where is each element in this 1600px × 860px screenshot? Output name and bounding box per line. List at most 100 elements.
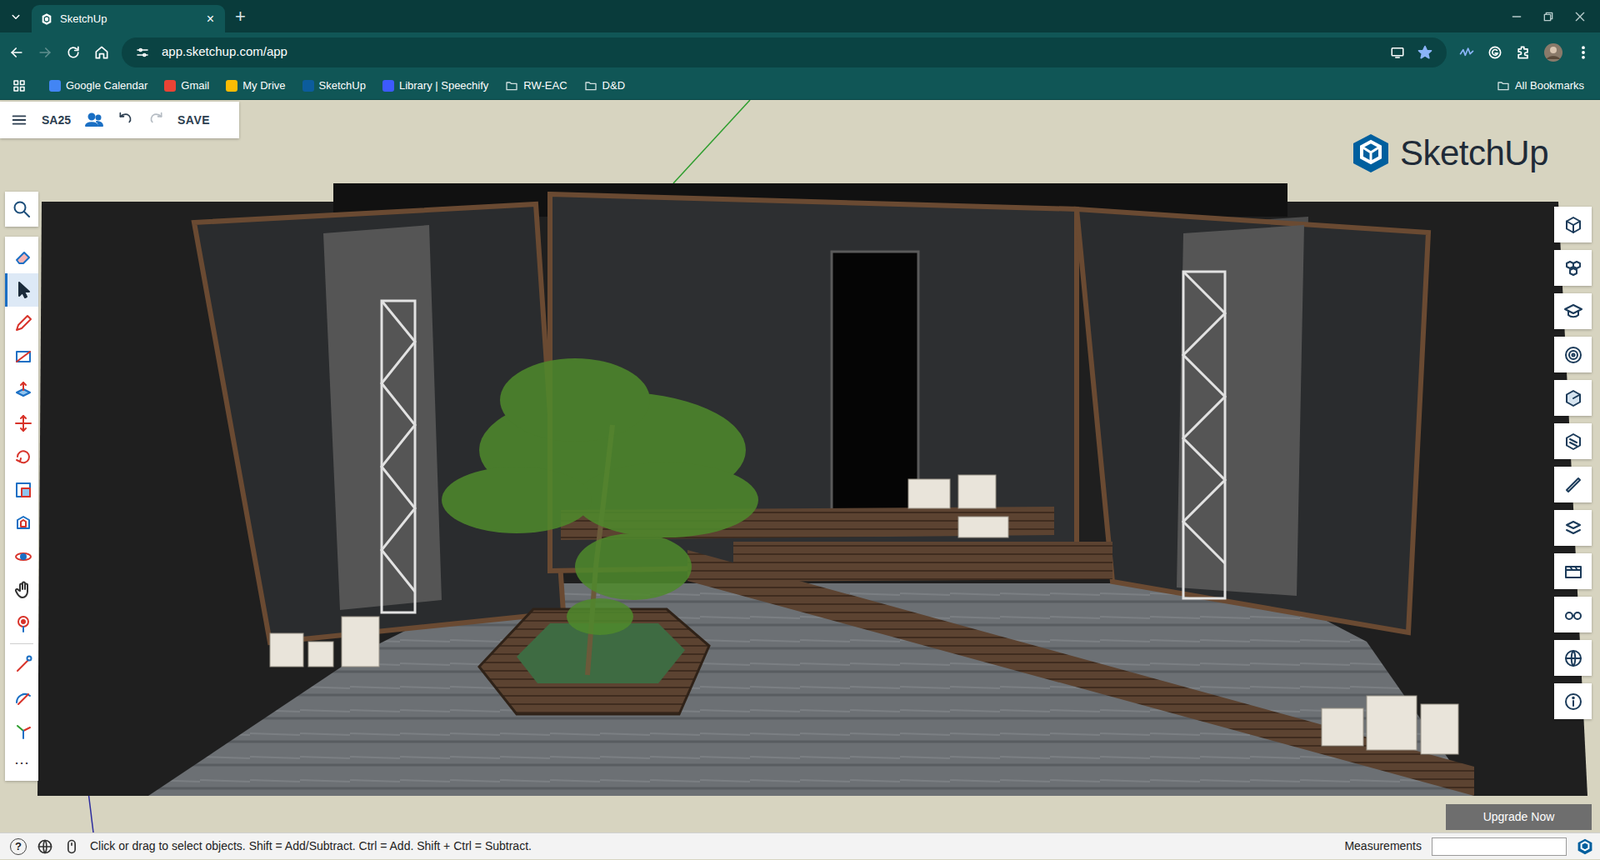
bookmark-item[interactable]: Gmail: [158, 75, 215, 97]
extensions-icon[interactable]: [1515, 44, 1532, 61]
tool-button[interactable]: [5, 506, 39, 540]
tool-button[interactable]: [5, 473, 39, 507]
browser-tab[interactable]: SketchUp×: [31, 5, 225, 33]
axes-icon: [13, 720, 34, 741]
tool-button[interactable]: [5, 714, 39, 748]
bookmarks-bar: Google Calendar Gmail My Drive SketchUp Libr…: [0, 71, 1600, 100]
bookmark-item[interactable]: SketchUp: [296, 75, 372, 97]
display-icon: [1563, 605, 1584, 625]
panel-button[interactable]: [1554, 250, 1592, 286]
mouse-icon[interactable]: [63, 838, 80, 855]
profile-avatar-icon[interactable]: [1543, 42, 1564, 63]
all-bookmarks-label[interactable]: All Bookmarks: [1515, 77, 1585, 95]
bookmark-label[interactable]: Gmail: [180, 77, 210, 95]
panel-button[interactable]: [1554, 596, 1592, 633]
panel-button[interactable]: [1554, 293, 1592, 330]
panel-button[interactable]: [1554, 683, 1592, 720]
reload-icon[interactable]: [65, 44, 82, 61]
browser-window: SketchUp×+ app.sketchup.com/app Google C…: [0, 0, 1600, 860]
search-tool[interactable]: [5, 191, 39, 227]
grammarly-extension-icon[interactable]: [1486, 44, 1504, 61]
minimize-icon[interactable]: [1510, 10, 1524, 24]
panel-button[interactable]: [1554, 206, 1592, 243]
collaborators-icon[interactable]: [84, 110, 105, 130]
home-icon[interactable]: [93, 44, 110, 61]
materials-icon: [1563, 345, 1584, 365]
url-text[interactable]: app.sketchup.com/app: [161, 42, 1379, 62]
close-window-icon[interactable]: [1573, 10, 1587, 24]
panel-button[interactable]: [1554, 380, 1592, 416]
save-button[interactable]: SAVE: [177, 111, 210, 130]
panel-button[interactable]: [1554, 423, 1592, 460]
tool-button[interactable]: [5, 680, 39, 715]
bookmark-label[interactable]: Google Calendar: [65, 77, 148, 95]
logo-text: SketchUp: [1400, 126, 1549, 180]
tool-button[interactable]: [5, 647, 39, 681]
all-bookmarks[interactable]: All Bookmarks: [1490, 75, 1590, 97]
bookmark-item[interactable]: RW-EAC: [499, 75, 573, 97]
speechify-extension-icon[interactable]: [1458, 44, 1475, 61]
file-panel: SA25 SAVE: [0, 101, 240, 139]
tab-close-button[interactable]: ×: [204, 12, 217, 26]
viewport-scene[interactable]: [0, 100, 1600, 833]
entity-info-icon: [1563, 215, 1584, 235]
bookmark-favicon: [382, 80, 395, 92]
main-menu-icon[interactable]: [10, 110, 29, 130]
panel-button[interactable]: [1554, 466, 1592, 503]
tool-button[interactable]: [5, 573, 39, 607]
bookmark-label[interactable]: RW-EAC: [523, 77, 567, 95]
tab-list-icon[interactable]: [0, 0, 32, 33]
scale-icon: [13, 480, 34, 500]
forward-icon[interactable]: [36, 44, 54, 61]
address-bar[interactable]: app.sketchup.com/app: [121, 37, 1447, 68]
sketchup-logo: SketchUp: [1351, 126, 1549, 180]
scenes-icon: [1563, 561, 1584, 582]
undo-icon[interactable]: [117, 111, 135, 129]
bookmark-item[interactable]: Library | Speechify: [376, 75, 495, 97]
tool-button[interactable]: [5, 273, 39, 307]
bookmark-favicon: [49, 80, 61, 92]
upgrade-button[interactable]: Upgrade Now: [1445, 804, 1592, 830]
measurements-input[interactable]: [1431, 837, 1567, 856]
tool-button[interactable]: [5, 340, 39, 374]
redo-icon[interactable]: [147, 111, 165, 129]
sketchup-favicon-icon: [40, 12, 54, 26]
tool-button[interactable]: [5, 306, 39, 340]
tool-button[interactable]: [5, 406, 39, 440]
tool-button[interactable]: [5, 540, 39, 574]
model-info-icon: [1563, 691, 1584, 712]
back-icon[interactable]: [8, 44, 25, 61]
bookmark-star-icon[interactable]: [1416, 44, 1434, 61]
bookmark-label[interactable]: D&D: [602, 77, 625, 95]
bookmark-item[interactable]: D&D: [578, 75, 631, 97]
folder-icon: [1496, 79, 1510, 93]
file-name[interactable]: SA25: [41, 111, 71, 130]
panel-button[interactable]: [1554, 336, 1592, 373]
tool-button[interactable]: [5, 440, 39, 474]
panel-button[interactable]: [1554, 510, 1592, 546]
tool-button[interactable]: [5, 373, 39, 407]
tool-button[interactable]: [5, 606, 39, 640]
instructor-icon: [1563, 301, 1584, 322]
panel-button[interactable]: [1554, 640, 1592, 676]
tab-strip: SketchUp×+: [0, 0, 1600, 33]
new-tab-button[interactable]: +: [225, 0, 256, 33]
browser-menu-icon[interactable]: [1575, 44, 1592, 61]
bookmark-label[interactable]: My Drive: [242, 77, 285, 95]
more-tools-button[interactable]: ⋯: [5, 747, 39, 778]
tool-button[interactable]: [5, 240, 39, 274]
sketchup-status-icon[interactable]: [1576, 838, 1594, 855]
panel-button[interactable]: [1554, 553, 1592, 590]
site-info-icon[interactable]: [135, 45, 150, 60]
bookmark-item[interactable]: My Drive: [220, 75, 291, 97]
bookmark-item[interactable]: Google Calendar: [43, 75, 154, 97]
restore-icon[interactable]: [1541, 10, 1555, 24]
bookmark-label[interactable]: Library | Speechify: [399, 77, 489, 95]
help-button[interactable]: ?: [10, 838, 27, 855]
install-app-icon[interactable]: [1390, 45, 1405, 60]
orbit-icon: [13, 546, 34, 567]
language-globe-icon[interactable]: [36, 838, 54, 855]
sketchup-app: SA25 SAVE SketchUp ⋯ Upgrade Now: [0, 100, 1600, 833]
bookmark-label[interactable]: SketchUp: [319, 77, 366, 95]
apps-grid-icon[interactable]: [11, 78, 27, 94]
